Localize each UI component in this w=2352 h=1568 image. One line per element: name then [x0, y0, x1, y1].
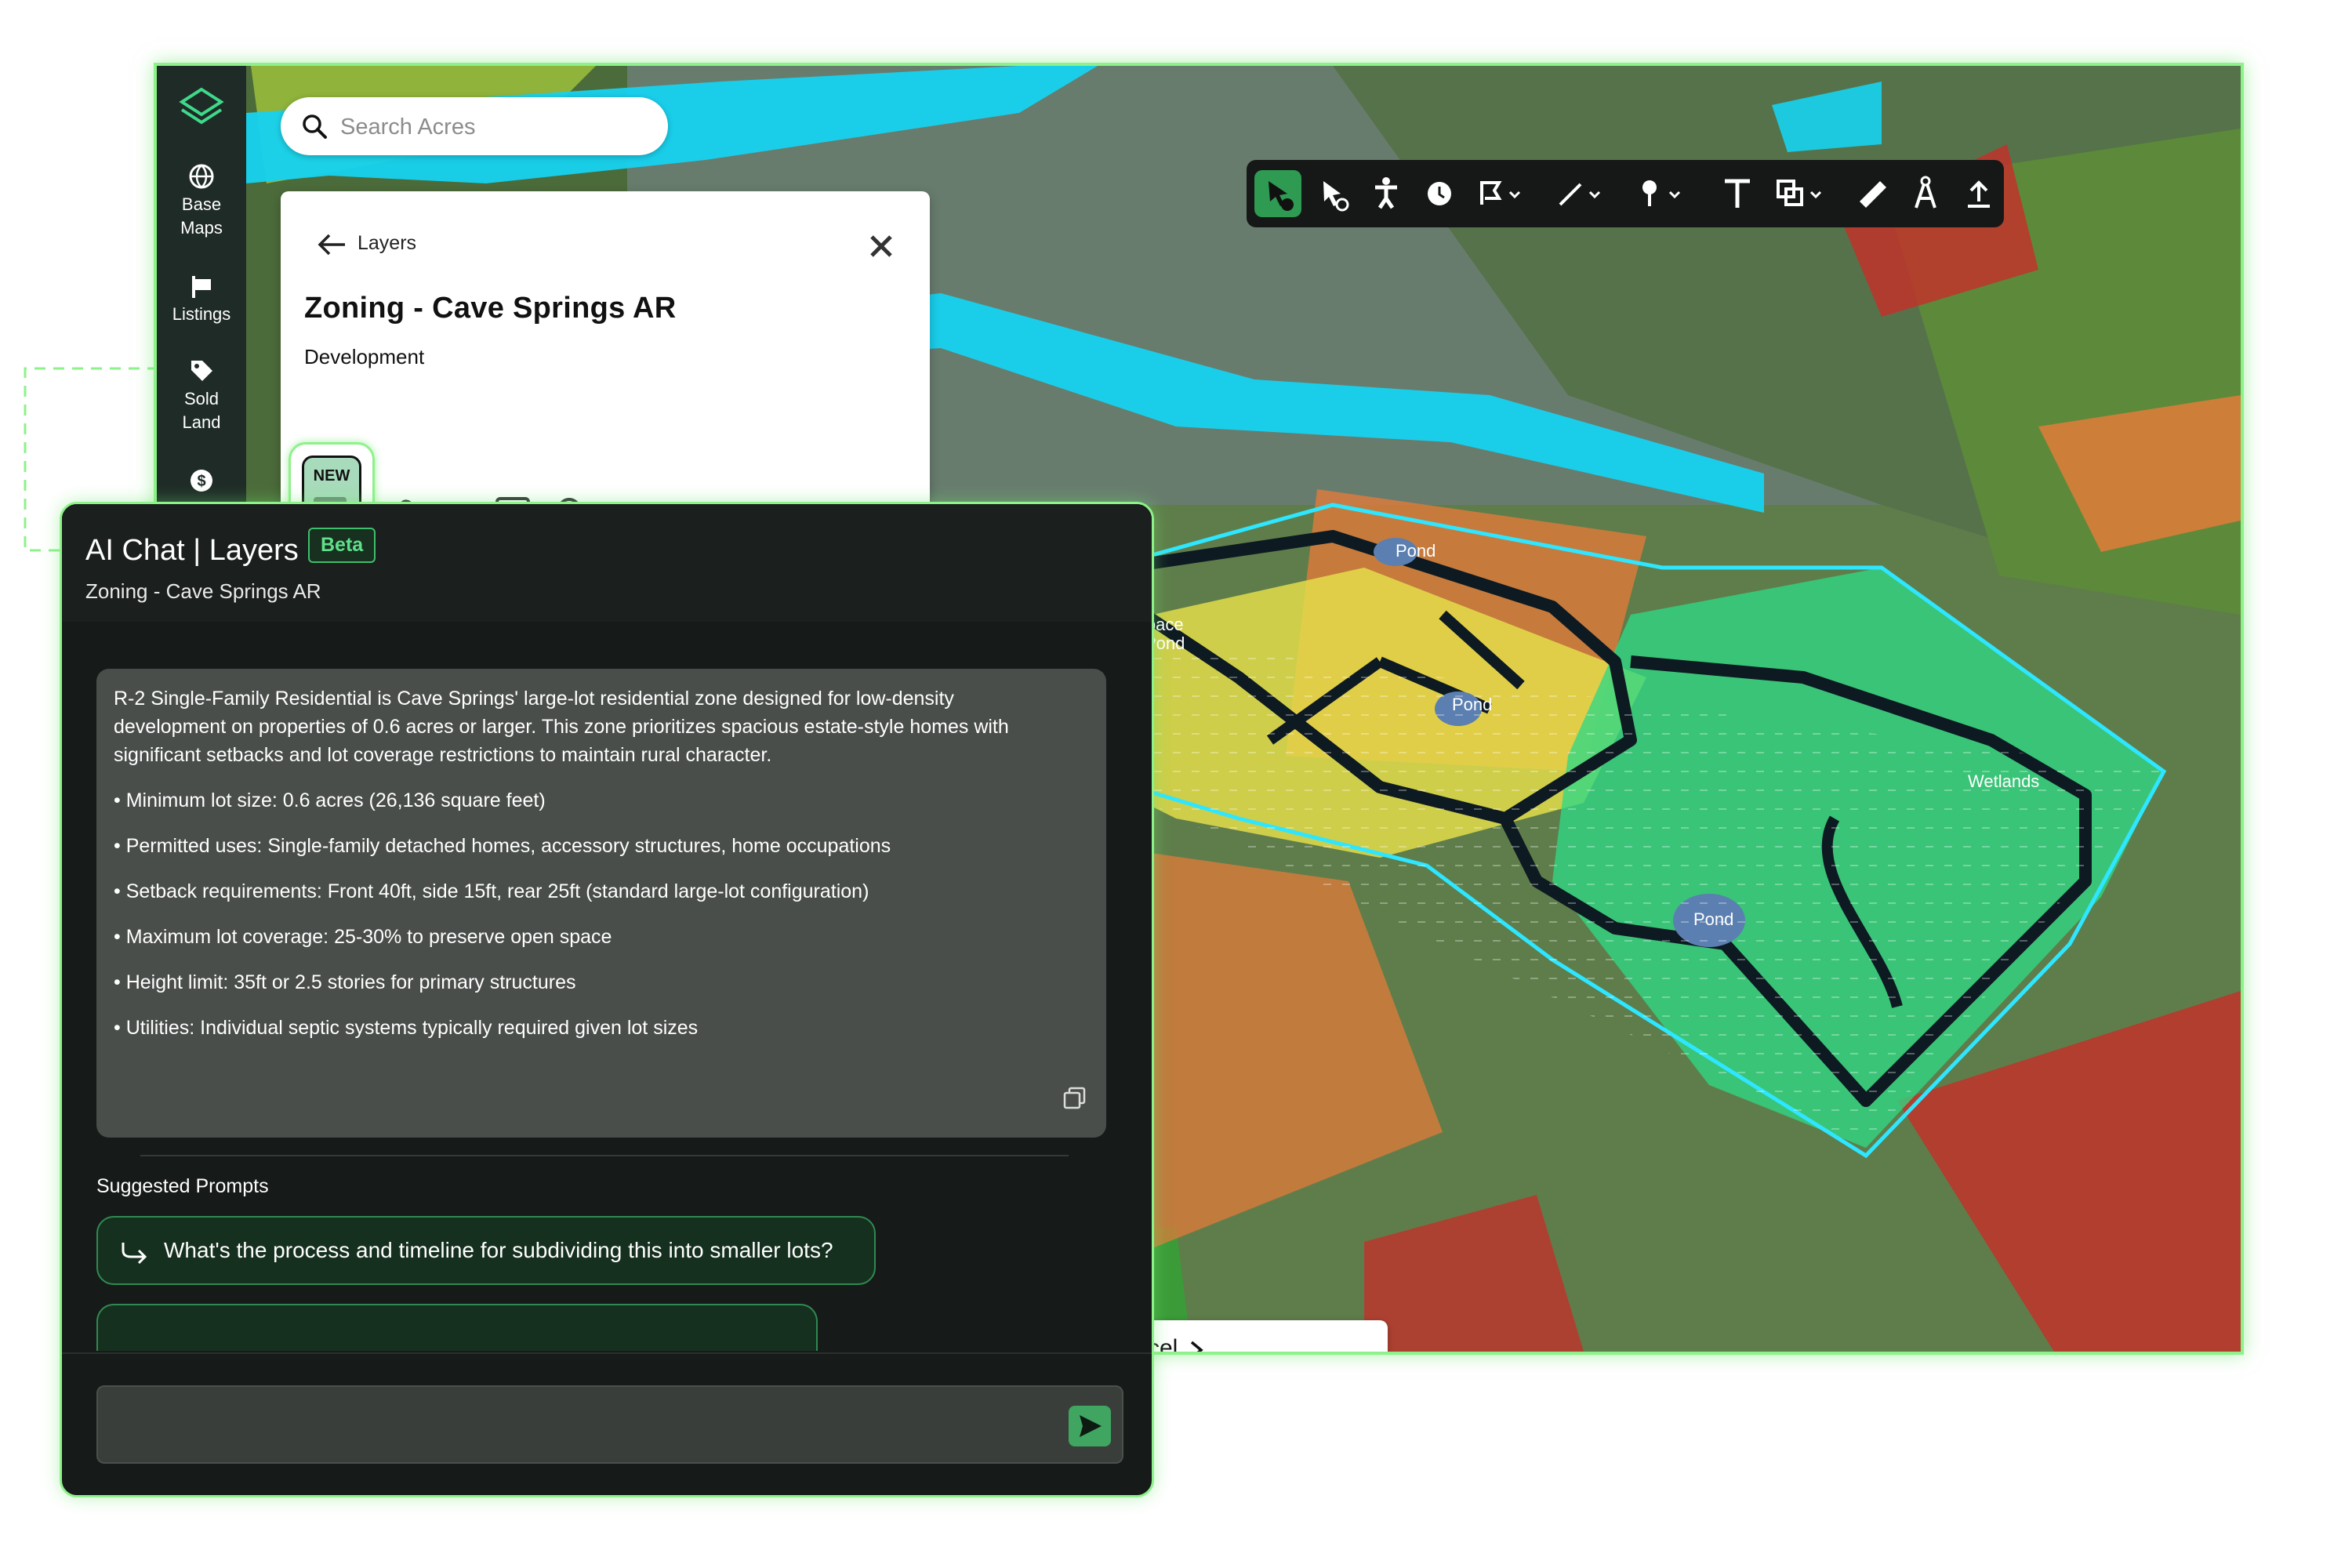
sidebar-item-label: Maps — [180, 218, 223, 238]
chat-subtitle: Zoning - Cave Springs AR — [85, 579, 321, 603]
suggested-prompt-text: What's the process and timeline for subd… — [164, 1238, 833, 1262]
beta-badge: Beta — [308, 528, 376, 563]
pin-tool[interactable] — [1629, 170, 1692, 217]
add-point-icon — [1323, 181, 1349, 212]
ruler-tool[interactable] — [1849, 170, 1896, 217]
select-info-tool[interactable] — [1254, 170, 1301, 217]
upload-icon — [1968, 180, 1990, 208]
clock-tool[interactable] — [1416, 170, 1463, 217]
line-tool[interactable] — [1549, 170, 1612, 217]
message-bullet: • Maximum lot coverage: 25-30% to preser… — [114, 926, 612, 948]
compass-tool[interactable] — [1902, 170, 1949, 217]
sidebar-item-label: Listings — [172, 304, 231, 324]
search-input[interactable] — [339, 109, 640, 145]
map-label-pond: Pond — [1693, 909, 1733, 929]
ruler-icon — [1860, 181, 1886, 208]
app-logo-icon[interactable] — [179, 85, 224, 130]
send-button[interactable] — [1069, 1406, 1111, 1446]
message-bullet: • Permitted uses: Single-family detached… — [114, 835, 891, 857]
select-info-icon — [1269, 181, 1294, 211]
suggested-prompt-button[interactable]: What's the process and timeline for subd… — [96, 1216, 876, 1285]
person-tool[interactable] — [1363, 170, 1410, 217]
shape-tool[interactable] — [1769, 170, 1831, 217]
compass-icon — [1915, 176, 1936, 209]
text-tool[interactable] — [1714, 170, 1761, 217]
divider — [140, 1155, 1069, 1156]
copy-icon[interactable] — [1062, 1086, 1087, 1111]
shape-icon — [1777, 180, 1822, 206]
sidebar-item-label: Land — [182, 412, 221, 432]
ai-chat-panel: AI Chat | Layers Beta Zoning - Cave Spri… — [60, 502, 1154, 1497]
map-label-pond: Pond — [1452, 695, 1492, 714]
back-label[interactable]: Layers — [358, 232, 416, 255]
message-bullet: • Setback requirements: Front 40ft, side… — [114, 880, 869, 902]
ai-message: R-2 Single-Family Residential is Cave Sp… — [96, 669, 1106, 1138]
flag-draw-tool[interactable] — [1469, 170, 1532, 217]
message-bullet: • Utilities: Individual septic systems t… — [114, 1017, 699, 1039]
line-icon — [1559, 183, 1601, 206]
map-toolbar — [1247, 160, 2004, 227]
add-point-tool[interactable] — [1309, 170, 1356, 217]
suggested-prompts-label: Suggested Prompts — [96, 1175, 269, 1197]
message-text: development on properties of 0.6 acres o… — [114, 716, 1009, 738]
panel-subtitle: Development — [304, 345, 425, 368]
layer-details-panel: Layers Zoning - Cave Springs AR Developm… — [281, 191, 930, 560]
map-label-pond: Pond — [1396, 541, 1436, 561]
sidebar-item-label: Sold — [183, 389, 220, 408]
chat-header: AI Chat | Layers Beta Zoning - Cave Spri… — [62, 504, 1152, 622]
message-bullet: • Height limit: 35ft or 2.5 stories for … — [114, 971, 576, 993]
flag-draw-icon — [1480, 181, 1521, 205]
dollar-icon: $ — [191, 470, 212, 492]
upload-tool[interactable] — [1955, 170, 2002, 217]
divider — [62, 1352, 1152, 1354]
globe-icon — [189, 164, 214, 189]
chat-input[interactable] — [96, 1385, 1123, 1464]
clock-icon — [1428, 182, 1451, 205]
chat-title: AI Chat | Layers — [85, 534, 299, 567]
sidebar-item-base-maps[interactable]: Base Maps — [157, 163, 246, 240]
map-label-wetlands: Wetlands — [1968, 771, 2039, 791]
sidebar-item-sold-land[interactable]: Sold Land — [157, 358, 246, 434]
pin-icon — [1642, 180, 1681, 206]
message-text: significant setbacks and lot coverage re… — [114, 744, 772, 766]
search-icon — [303, 114, 327, 139]
sidebar-item-dollar[interactable]: $ — [157, 467, 246, 497]
svg-text:$: $ — [197, 473, 205, 490]
back-arrow-icon[interactable] — [315, 230, 348, 259]
message-bullet: • Minimum lot size: 0.6 acres (26,136 sq… — [114, 789, 546, 811]
select-parcel-button[interactable]: cel — [1121, 1320, 1388, 1352]
sidebar-item-listings[interactable]: Listings — [157, 273, 246, 326]
search-bar[interactable] — [281, 97, 668, 155]
send-icon — [1080, 1415, 1102, 1437]
tag-icon — [191, 361, 212, 381]
person-icon — [1375, 177, 1397, 209]
chevron-right-icon — [1190, 1341, 1203, 1352]
suggested-prompt-button[interactable] — [96, 1304, 818, 1351]
flag-icon — [192, 276, 211, 298]
text-icon — [1725, 179, 1750, 208]
panel-title: Zoning - Cave Springs AR — [304, 292, 677, 325]
new-badge: NEW — [313, 467, 350, 485]
message-text: R-2 Single-Family Residential is Cave Sp… — [114, 688, 954, 710]
close-icon[interactable] — [866, 230, 897, 262]
sidebar-item-label: Base — [181, 194, 222, 214]
reply-arrow-icon — [122, 1243, 147, 1265]
